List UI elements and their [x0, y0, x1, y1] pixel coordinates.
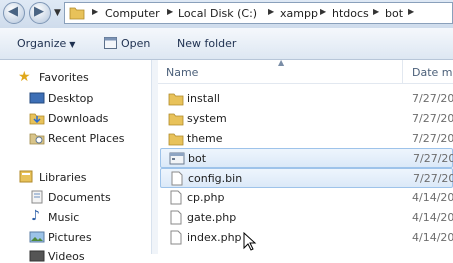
- file-date: 7/27/201: [412, 92, 453, 105]
- breadcrumb-separator[interactable]: ▶: [373, 7, 379, 16]
- file-icon: [170, 210, 182, 225]
- folder-icon: [168, 113, 184, 126]
- back-button[interactable]: ◀: [3, 2, 25, 24]
- libraries-icon: [19, 170, 33, 183]
- sort-ascending-icon: ▲: [278, 58, 285, 67]
- documents-icon: [31, 190, 43, 204]
- breadcrumb-computer[interactable]: Computer: [105, 7, 160, 20]
- desktop-icon: [29, 92, 45, 104]
- file-date: 4/14/201: [412, 231, 453, 244]
- file-icon: [171, 171, 183, 186]
- nav-item-label: Music: [48, 211, 80, 224]
- column-divider[interactable]: [402, 60, 403, 84]
- nav-item-label: Downloads: [48, 112, 109, 125]
- nav-item-label: Documents: [48, 191, 111, 204]
- breadcrumb-separator[interactable]: ▶: [408, 7, 414, 16]
- nav-item-label: Pictures: [48, 231, 92, 244]
- command-toolbar: Organize ▼ Open New folder: [0, 28, 453, 60]
- file-name: index.php: [187, 231, 242, 244]
- organize-button[interactable]: Organize ▼: [17, 37, 75, 50]
- breadcrumb-htdocs[interactable]: htdocs: [332, 7, 369, 20]
- videos-icon: [29, 250, 45, 262]
- breadcrumb-separator[interactable]: ▶: [167, 7, 173, 16]
- breadcrumb-separator[interactable]: ▶: [320, 7, 326, 16]
- open-button[interactable]: Open: [121, 37, 150, 50]
- forward-button[interactable]: ▶: [29, 2, 51, 24]
- file-name: install: [187, 92, 220, 105]
- file-row-install[interactable]: install 7/27/201: [160, 89, 453, 109]
- file-date: 4/14/201: [412, 191, 453, 204]
- file-name: theme: [187, 132, 223, 145]
- address-bar-area: ◀ ▶ ▼ ▶ Computer ▶ Local Disk (C:) ▶ xam…: [0, 0, 453, 28]
- column-header-name[interactable]: Name: [166, 66, 198, 79]
- file-row-index-php[interactable]: index.php 4/14/201: [160, 228, 453, 248]
- chevron-down-icon: ▼: [69, 40, 76, 49]
- breadcrumb-local-disk[interactable]: Local Disk (C:): [178, 7, 257, 20]
- file-name: config.bin: [188, 172, 243, 185]
- music-icon: ♪: [31, 208, 40, 224]
- file-list-pane: ▲ Name Date mo install 7/27/201 system 7…: [158, 58, 453, 254]
- file-row-system[interactable]: system 7/27/201: [160, 109, 453, 129]
- file-row-bot[interactable]: bot 7/27/201: [160, 148, 453, 168]
- file-row-theme[interactable]: theme 7/27/201: [160, 129, 453, 149]
- folder-icon: [69, 7, 85, 20]
- file-name: bot: [188, 152, 207, 165]
- open-icon: [104, 37, 117, 49]
- nav-item-label: Recent Places: [48, 132, 125, 145]
- file-row-cp-php[interactable]: cp.php 4/14/201: [160, 188, 453, 208]
- nav-libraries-label: Libraries: [39, 171, 87, 184]
- organize-label: Organize: [17, 37, 67, 50]
- folder-icon: [168, 133, 184, 146]
- mouse-cursor-icon: [243, 232, 257, 251]
- file-date: 4/14/201: [412, 211, 453, 224]
- file-date: 7/27/201: [412, 132, 453, 145]
- breadcrumb-bot[interactable]: bot: [385, 7, 403, 20]
- recent-places-icon: [29, 133, 45, 145]
- file-name: gate.php: [187, 211, 237, 224]
- file-row-config-bin[interactable]: config.bin 7/27/201: [160, 168, 453, 188]
- new-folder-button[interactable]: New folder: [177, 37, 236, 50]
- back-arrow-icon: ◀: [8, 4, 18, 19]
- file-row-gate-php[interactable]: gate.php 4/14/201: [160, 208, 453, 228]
- forward-arrow-icon: ▶: [34, 4, 44, 19]
- navigation-pane: ★ Favorites Desktop Downloads Recent Pla…: [0, 60, 152, 263]
- downloads-icon: [29, 113, 45, 125]
- nav-favorites-label: Favorites: [39, 71, 89, 84]
- file-icon: [170, 230, 182, 245]
- file-date: 7/27/201: [413, 172, 453, 185]
- file-name: system: [187, 112, 227, 125]
- column-header-row: ▲ Name Date mo: [158, 58, 453, 84]
- nav-item-label: Desktop: [48, 92, 94, 105]
- folder-icon: [168, 93, 184, 106]
- address-box[interactable]: ▶ Computer ▶ Local Disk (C:) ▶ xampp ▶ h…: [64, 2, 453, 24]
- application-icon: [169, 152, 185, 165]
- pictures-icon: [29, 231, 45, 243]
- breadcrumb-separator[interactable]: ▶: [92, 7, 98, 16]
- file-icon: [170, 190, 182, 205]
- file-date: 7/27/201: [413, 152, 453, 165]
- column-header-date-modified[interactable]: Date mo: [412, 66, 453, 79]
- nav-item-label: Videos: [48, 250, 85, 263]
- file-date: 7/27/201: [412, 112, 453, 125]
- file-name: cp.php: [187, 191, 225, 204]
- breadcrumb-xampp[interactable]: xampp: [280, 7, 318, 20]
- star-icon: ★: [18, 69, 31, 85]
- breadcrumb-separator[interactable]: ▶: [268, 7, 274, 16]
- recent-pages-dropdown[interactable]: ▼: [54, 8, 61, 18]
